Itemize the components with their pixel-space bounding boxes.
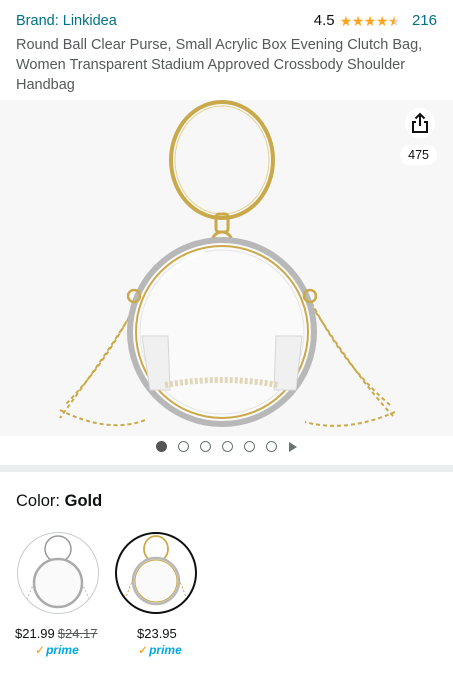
gallery-dot[interactable] [222, 441, 233, 452]
half-star-icon: ★ [387, 12, 401, 29]
product-image[interactable] [50, 100, 403, 436]
prime-check-icon: ✓ [35, 643, 46, 657]
rating-summary[interactable]: 4.5 ★ ★ ★ ★ ★ 216 [314, 12, 437, 29]
color-selector-label: Color: Gold [16, 492, 102, 511]
video-play-icon[interactable] [289, 441, 297, 452]
rating-count-link[interactable]: 216 [412, 12, 437, 29]
gallery-dot[interactable] [244, 441, 255, 452]
prime-check-icon: ✓ [138, 643, 149, 657]
option-price-silver[interactable]: $21.99 $24.17 ✓prime [15, 626, 98, 657]
swatch-image [121, 535, 191, 608]
rating-value: 4.5 [313, 12, 335, 29]
gallery-dot[interactable] [178, 441, 189, 452]
share-count: 475 [400, 145, 437, 165]
prime-badge: ✓prime [138, 643, 182, 657]
color-swatch-gold[interactable] [115, 532, 197, 614]
option-price-gold[interactable]: $23.95 ✓prime [137, 626, 182, 657]
star-icon: ★ [339, 12, 353, 29]
share-button[interactable] [405, 108, 435, 138]
product-header: Brand: Linkidea 4.5 ★ ★ ★ ★ ★ 216 Round … [0, 0, 453, 100]
gallery-dot[interactable] [200, 441, 211, 452]
color-label: Color: [16, 492, 65, 510]
price: $23.95 [137, 626, 177, 641]
list-price: $24.17 [57, 626, 98, 641]
color-swatch-silver[interactable] [17, 532, 99, 614]
star-icon: ★ [351, 12, 365, 29]
image-gallery[interactable]: 475 [0, 100, 453, 436]
brand-link[interactable]: Brand: Linkidea [16, 13, 117, 29]
gallery-dot[interactable] [156, 441, 167, 452]
section-divider [0, 465, 453, 472]
star-icon: ★ [363, 12, 377, 29]
star-icon: ★ [375, 12, 389, 29]
price: $21.99 [15, 626, 55, 641]
share-icon [412, 112, 428, 133]
star-rating: ★ ★ ★ ★ ★ [339, 12, 401, 29]
product-title: Round Ball Clear Purse, Small Acrylic Bo… [16, 37, 423, 93]
selected-color: Gold [64, 492, 103, 510]
gallery-dot[interactable] [266, 441, 277, 452]
prime-badge: ✓prime [35, 643, 79, 657]
swatch-image [22, 535, 94, 609]
gallery-pagination[interactable] [0, 441, 453, 452]
